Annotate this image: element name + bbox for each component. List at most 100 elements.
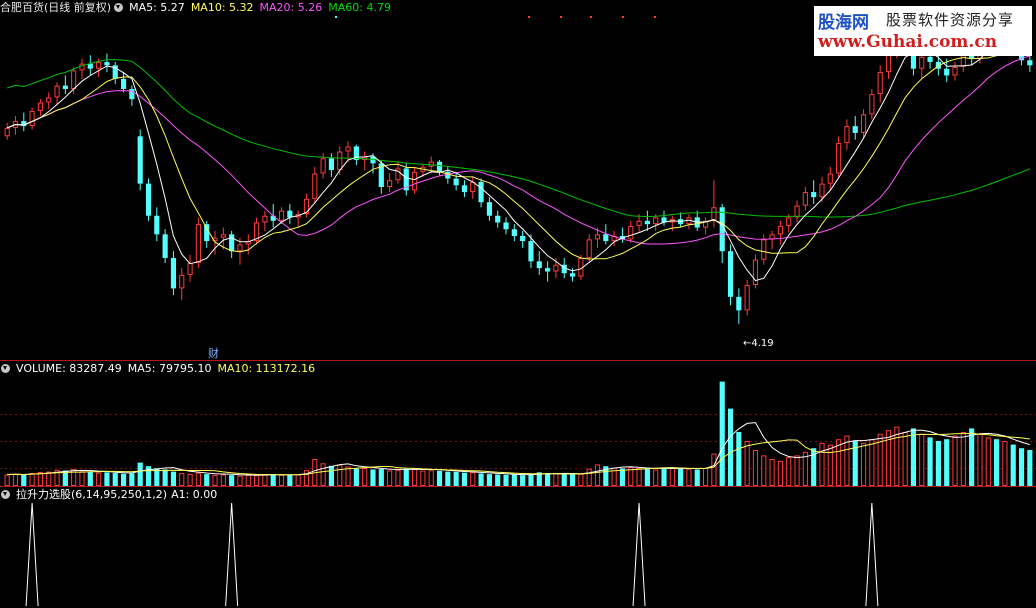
candle-body-up (312, 173, 318, 199)
candle-body-down (503, 222, 509, 230)
volume-bar-up (977, 433, 983, 486)
candle-body-up (586, 239, 592, 258)
volume-bar-up (919, 433, 925, 486)
price-title: 合肥百货(日线 前复权) (0, 1, 112, 14)
candle-body-up (345, 146, 351, 152)
volume-bar-down (87, 471, 93, 486)
volume-bar-up (711, 453, 717, 487)
volume-bar-down (486, 474, 492, 486)
candle-body-down (204, 224, 210, 242)
volume-bar-down (561, 474, 567, 486)
candle-body-up (802, 192, 808, 206)
candle-body-down (536, 261, 542, 269)
volume-bar-down (1010, 444, 1016, 486)
candle-body-down (927, 56, 933, 62)
candle-body-up (877, 72, 883, 95)
candle-body-down (545, 268, 551, 272)
candle-body-up (4, 127, 10, 137)
ma20-line (7, 55, 1030, 245)
marker-dot (560, 16, 562, 18)
candle-body-down (944, 68, 950, 76)
candle-body-up (744, 285, 750, 311)
candle-body-up (320, 158, 326, 174)
volume-bar-up (262, 474, 268, 487)
volume-bar-down (378, 469, 384, 486)
volume-bar-up (37, 471, 43, 486)
volume-bar-up (237, 475, 243, 486)
volume-bar-down (328, 465, 335, 486)
candle-body-down (727, 251, 734, 297)
volume-bar-down (129, 473, 135, 486)
volume-bar-up (79, 471, 85, 486)
volume-bar-up (187, 473, 193, 487)
volume-bar-down (719, 381, 725, 486)
volume-bar-up (752, 450, 759, 486)
volume-bar-up (836, 439, 842, 487)
volume-bar-down (1027, 450, 1033, 486)
chart-canvas[interactable] (0, 0, 1036, 608)
low-price-label: ←4.19 (743, 338, 774, 349)
candle-body-up (29, 110, 35, 127)
watermark-url: www.Guhai.com.cn (818, 32, 998, 52)
volume-bar-up (212, 474, 218, 486)
volume-bar-up (819, 442, 825, 486)
volume-bar-up (952, 435, 958, 487)
dropdown-icon[interactable] (1, 490, 10, 499)
candle-body-down (736, 296, 742, 311)
volume-bar-down (445, 471, 451, 486)
signal-spike (865, 502, 879, 607)
volume-ma5-line (7, 422, 1030, 476)
candle-body-up (628, 225, 634, 240)
candle-body-up (37, 102, 43, 111)
dropdown-icon[interactable] (1, 364, 10, 373)
volume-bar-up (362, 468, 368, 486)
candle-body-up (54, 85, 60, 98)
candle-body-down (62, 85, 68, 89)
volume-bar-up (702, 468, 709, 486)
candle-body-down (1027, 60, 1033, 66)
volume-bar-down (287, 475, 293, 486)
volume-bar-down (927, 437, 933, 486)
volume-bar-down (370, 469, 376, 486)
signal-spike (225, 502, 239, 607)
dropdown-icon[interactable] (114, 3, 124, 12)
volume-bar-up (669, 467, 675, 486)
marker-dot (654, 16, 656, 18)
indicator-label: 拉升力选股(6,14,95,250,1,2) (16, 488, 168, 501)
candle-body-up (836, 143, 842, 174)
volume-bar-up (769, 459, 775, 486)
volume-bar-up (827, 444, 833, 487)
finance-marker[interactable]: 财 (208, 345, 219, 361)
volume-bar-up (96, 472, 102, 486)
volume-bar-up (985, 437, 991, 486)
volume-bar-down (944, 439, 950, 486)
volume-bar-up (860, 442, 867, 486)
candle-body-up (470, 181, 476, 193)
volume-bar-down (644, 469, 650, 486)
volume-bar-up (586, 468, 592, 487)
volume-bar-down (727, 408, 734, 486)
candle-body-down (453, 178, 459, 186)
volume-bar-down (453, 471, 459, 486)
candle-body-up (46, 97, 52, 103)
candle-body-down (104, 61, 110, 66)
volume-ma10-label: MA10: 113172.16 (217, 362, 316, 375)
volume-bar-up (594, 464, 601, 486)
candle-body-up (187, 263, 193, 275)
volume-bar-up (395, 469, 401, 486)
volume-bar-down (569, 474, 576, 486)
signal-spike (632, 502, 646, 607)
volume-bar-down (461, 472, 468, 486)
candle-body-down (528, 241, 534, 262)
candle-body-down (287, 210, 293, 218)
volume-bar-down (661, 468, 667, 486)
volume-bar-up (636, 468, 642, 486)
price-header: 合肥百货(日线 前复权) MA5: 5.27 MA10: 5.32 MA20: 5.2… (0, 0, 397, 16)
ma60-line (7, 59, 1030, 218)
volume-bar-up (254, 475, 260, 487)
candle-body-down (436, 161, 443, 172)
candle-body-up (860, 114, 867, 133)
volume-bar-down (162, 469, 168, 486)
candle-body-up (96, 61, 102, 69)
volume-bar-up (653, 469, 659, 487)
